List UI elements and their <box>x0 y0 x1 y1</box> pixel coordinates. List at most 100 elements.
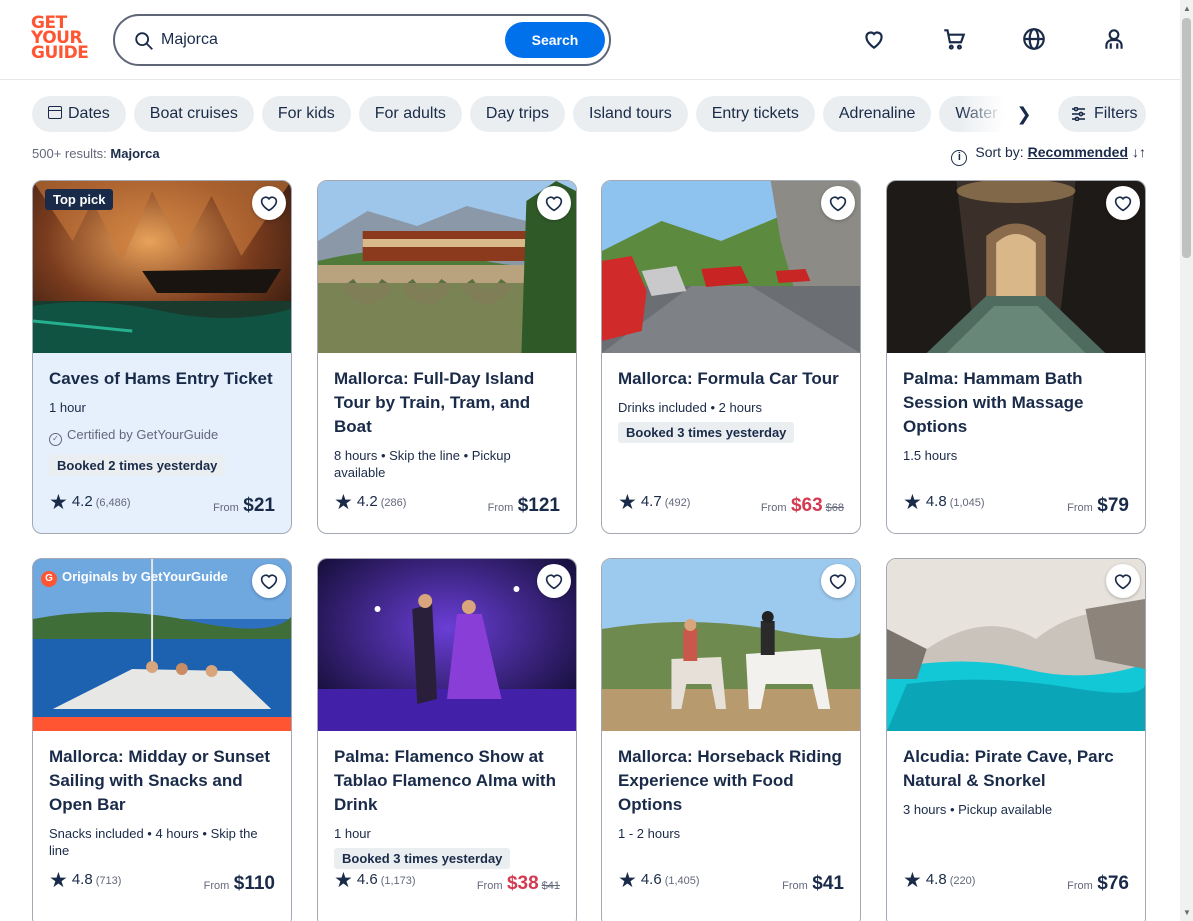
scrollbar-thumb[interactable] <box>1182 18 1191 258</box>
wishlist-button[interactable] <box>537 186 571 220</box>
card-price: From $21 <box>213 495 275 517</box>
filters-button[interactable]: Filters <box>1058 96 1146 132</box>
profile-icon[interactable] <box>1101 26 1127 52</box>
activity-card[interactable]: G Originals by GetYourGuide Mallorca: Mid… <box>32 558 292 921</box>
chip-island-tours[interactable]: Island tours <box>573 96 688 132</box>
card-price: From $38 $41 <box>477 873 560 895</box>
review-count: (1,173) <box>380 875 416 887</box>
card-meta: 1 - 2 hours <box>618 826 681 841</box>
price-amount: $76 <box>1097 873 1129 894</box>
review-count: (713) <box>95 875 122 887</box>
review-count: (1,405) <box>664 875 700 887</box>
wishlist-button[interactable] <box>537 564 571 598</box>
price-from: From <box>476 880 503 892</box>
originals-bar <box>33 717 291 731</box>
scroll-down-arrow-icon[interactable]: ▼ <box>1183 908 1191 917</box>
price-amount: $121 <box>517 495 560 516</box>
certified-icon: ✓ <box>49 433 62 446</box>
card-title[interactable]: Mallorca: Midday or Sunset Sailing with … <box>49 745 277 817</box>
logo-line-3: GUIDE <box>31 43 89 63</box>
info-icon[interactable]: i <box>951 150 968 166</box>
search-icon <box>135 32 153 50</box>
star-icon: ★ <box>49 491 68 514</box>
globe-icon[interactable] <box>1021 26 1047 52</box>
card-title[interactable]: Alcudia: Pirate Cave, Parc Natural & Sno… <box>903 745 1131 793</box>
activity-card[interactable]: Mallorca: Horseback Riding Experience wi… <box>601 558 861 921</box>
price-from: From <box>213 502 239 514</box>
card-price: From $41 <box>782 873 844 895</box>
scroll-up-arrow-icon[interactable]: ▲ <box>1183 4 1191 13</box>
card-body: Mallorca: Full-Day Island Tour by Train,… <box>334 367 562 481</box>
star-icon: ★ <box>618 869 637 892</box>
heart-icon[interactable] <box>861 26 887 52</box>
card-rating: ★ 4.8 (220) <box>903 868 975 893</box>
results-count: 500+ results: Majorca <box>32 146 160 161</box>
card-title[interactable]: Caves of Hams Entry Ticket <box>49 367 277 391</box>
wishlist-button[interactable] <box>1106 186 1140 220</box>
heart-icon <box>260 196 278 212</box>
card-rating: ★ 4.8 (713) <box>49 868 121 893</box>
price-amount: $21 <box>243 495 275 516</box>
chip-for-kids[interactable]: For kids <box>261 96 351 132</box>
chip-boat-cruises[interactable]: Boat cruises <box>133 96 254 132</box>
search-input[interactable] <box>161 27 501 53</box>
wishlist-button[interactable] <box>1106 564 1140 598</box>
card-rating: ★ 4.7 (492) <box>618 490 690 515</box>
wishlist-button[interactable] <box>252 186 286 220</box>
card-rating: ★ 4.2 (6,486) <box>49 490 131 515</box>
card-body: Caves of Hams Entry Ticket 1 hour ✓ Certi… <box>49 367 277 476</box>
chip-day-trips[interactable]: Day trips <box>469 96 566 132</box>
card-body: Mallorca: Formula Car Tour Drinks includ… <box>618 367 846 443</box>
card-body: Mallorca: Horseback Riding Experience wi… <box>618 745 846 842</box>
sort-select[interactable]: Recommended <box>1028 144 1128 160</box>
activity-card[interactable]: Top pick Caves of Hams Entry Ticket 1 ho… <box>32 180 292 534</box>
getyourguide-logo[interactable]: GET YOUR GUIDE <box>31 15 91 64</box>
rating-value: 4.2 <box>71 493 93 510</box>
card-title[interactable]: Palma: Flamenco Show at Tablao Flamenco … <box>334 745 562 817</box>
chip-entry-tickets[interactable]: Entry tickets <box>695 96 815 132</box>
card-meta: 1.5 hours <box>903 448 958 463</box>
heart-icon <box>1114 574 1132 590</box>
activity-card[interactable]: Mallorca: Formula Car Tour Drinks includ… <box>601 180 861 534</box>
card-meta: Snacks included • 4 hours • Skip the lin… <box>49 826 258 858</box>
activity-card[interactable]: Mallorca: Full-Day Island Tour by Train,… <box>317 180 577 534</box>
rating-value: 4.2 <box>356 493 378 510</box>
review-count: (492) <box>664 497 691 509</box>
review-count: (6,486) <box>95 497 131 509</box>
chevron-right-icon[interactable]: ❯ <box>1012 103 1036 125</box>
activity-card[interactable]: Alcudia: Pirate Cave, Parc Natural & Sno… <box>886 558 1146 921</box>
search-button[interactable]: Search <box>505 22 605 58</box>
price-amount: $41 <box>812 873 844 894</box>
review-count: (220) <box>949 875 976 887</box>
cart-icon[interactable] <box>941 26 967 52</box>
card-title[interactable]: Mallorca: Formula Car Tour <box>618 367 846 391</box>
card-title[interactable]: Palma: Hammam Bath Session with Massage … <box>903 367 1131 439</box>
activity-card[interactable]: Palma: Hammam Bath Session with Massage … <box>886 180 1146 534</box>
results-query: Majorca <box>110 146 160 161</box>
heart-icon <box>829 196 847 212</box>
rating-value: 4.6 <box>356 871 378 888</box>
card-meta: Drinks included • 2 hours <box>618 400 763 415</box>
card-title[interactable]: Mallorca: Full-Day Island Tour by Train,… <box>334 367 562 439</box>
card-body: Mallorca: Midday or Sunset Sailing with … <box>49 745 277 859</box>
wishlist-button[interactable] <box>252 564 286 598</box>
search-bar: Search <box>113 14 611 66</box>
wishlist-button[interactable] <box>821 564 855 598</box>
heart-icon <box>260 574 278 590</box>
sort-direction-icon[interactable]: ↓↑ <box>1132 144 1146 160</box>
rating-value: 4.8 <box>71 871 93 888</box>
card-title[interactable]: Mallorca: Horseback Riding Experience wi… <box>618 745 846 817</box>
sort-control: i Sort by: Recommended ↓↑ <box>951 144 1146 166</box>
review-count: (286) <box>380 497 407 509</box>
sale-price: $63 <box>790 495 823 516</box>
rating-value: 4.6 <box>640 871 662 888</box>
chip-adrenaline[interactable]: Adrenaline <box>822 96 932 132</box>
star-icon: ★ <box>618 491 637 514</box>
wishlist-button[interactable] <box>821 186 855 220</box>
card-price: From $121 <box>488 495 560 517</box>
chip-for-adults[interactable]: For adults <box>358 96 462 132</box>
chip-dates[interactable]: Dates <box>32 96 126 132</box>
card-meta: 1 hour <box>49 400 86 415</box>
star-icon: ★ <box>903 869 922 892</box>
activity-card[interactable]: Palma: Flamenco Show at Tablao Flamenco … <box>317 558 577 921</box>
